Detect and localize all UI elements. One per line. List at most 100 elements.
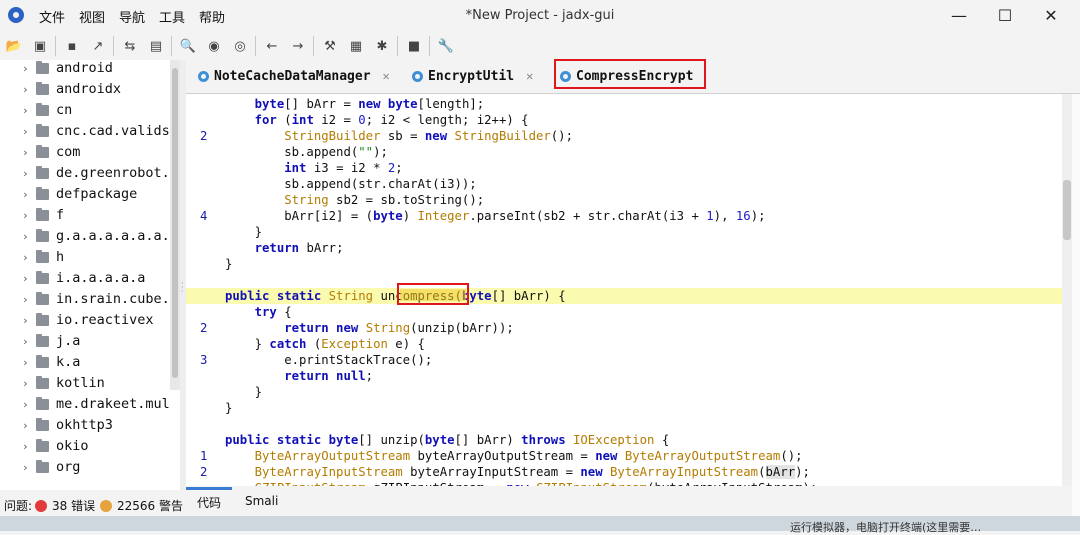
package-folder-icon	[36, 270, 49, 284]
chevron-right-icon[interactable]: ›	[22, 188, 36, 201]
warning-count[interactable]: 22566 警告	[100, 497, 183, 514]
toolbar-separator	[171, 36, 172, 56]
tree-item[interactable]: › okhttp3	[22, 415, 113, 435]
save-icon[interactable]: ▪	[63, 37, 81, 55]
export-icon[interactable]: ↗	[89, 37, 107, 55]
tree-item[interactable]: › me.drakeet.mul	[22, 394, 170, 414]
package-folder-icon	[36, 165, 49, 179]
code-scrollbar[interactable]	[1062, 94, 1072, 486]
package-tree[interactable]: › android › androidx › cn › cnc.cad.valids ›…	[0, 60, 181, 490]
tree-item[interactable]: › g.a.a.a.a.a.a.	[22, 226, 170, 246]
tab-code[interactable]: 代码	[197, 494, 221, 511]
code-line-current: public static String uncompress(byte[] b…	[186, 288, 1062, 304]
code-line: 1 ByteArrayOutputStream byteArrayOutputS…	[200, 449, 803, 463]
package-folder-icon	[36, 123, 49, 137]
tree-item[interactable]: › android	[22, 60, 113, 78]
maximize-button[interactable]: ☐	[982, 4, 1028, 28]
code-line: }	[225, 401, 233, 415]
error-count[interactable]: 38 错误	[35, 497, 95, 514]
code-line: byte[] bArr = new byte[length];	[254, 97, 485, 111]
close-tab-icon[interactable]: ✕	[383, 69, 390, 83]
package-folder-icon	[36, 207, 49, 221]
chevron-right-icon[interactable]: ›	[22, 314, 36, 327]
search-icon[interactable]: 🔍	[179, 37, 197, 55]
tree-item[interactable]: › k.a	[22, 352, 80, 372]
tree-item[interactable]: › defpackage	[22, 184, 137, 204]
decompile-icon[interactable]: ▦	[347, 37, 365, 55]
warning-icon	[100, 499, 112, 512]
tree-item[interactable]: › h	[22, 247, 64, 267]
tree-item[interactable]: › okio	[22, 436, 89, 456]
package-folder-icon	[36, 417, 49, 431]
sync-tree-icon[interactable]: ⇆	[121, 37, 139, 55]
code-scrollbar-thumb[interactable]	[1063, 180, 1071, 240]
log-viewer-icon[interactable]: ■	[405, 37, 423, 55]
chevron-right-icon[interactable]: ›	[22, 461, 36, 474]
debug-bug-icon[interactable]: ✱	[373, 37, 391, 55]
find-class-icon[interactable]: ◉	[205, 37, 223, 55]
tree-item[interactable]: › cnc.cad.valids	[22, 121, 170, 141]
minimize-button[interactable]: —	[936, 4, 982, 28]
chevron-right-icon[interactable]: ›	[22, 167, 36, 180]
deobfuscation-icon[interactable]: ⚒	[321, 37, 339, 55]
chevron-right-icon[interactable]: ›	[22, 440, 36, 453]
active-tab-indicator	[186, 487, 232, 490]
chevron-right-icon[interactable]: ›	[22, 335, 36, 348]
tree-item[interactable]: › f	[22, 205, 64, 225]
toolbar-separator	[313, 36, 314, 56]
package-folder-icon	[36, 102, 49, 116]
package-folder-icon	[36, 144, 49, 158]
chevron-right-icon[interactable]: ›	[22, 377, 36, 390]
chevron-right-icon[interactable]: ›	[22, 209, 36, 222]
tree-item[interactable]: › cn	[22, 100, 72, 120]
chevron-right-icon[interactable]: ›	[22, 230, 36, 243]
tab-encryptutil[interactable]: EncryptUtil ✕	[412, 62, 533, 90]
chevron-right-icon[interactable]: ›	[22, 356, 36, 369]
chevron-right-icon[interactable]: ›	[22, 83, 36, 96]
tree-item[interactable]: › com	[22, 142, 80, 162]
tree-item[interactable]: › org	[22, 457, 80, 477]
tree-item[interactable]: › de.greenrobot.	[22, 163, 170, 183]
preferences-wrench-icon[interactable]: 🔧	[437, 37, 455, 55]
chevron-right-icon[interactable]: ›	[22, 419, 36, 432]
package-folder-icon	[36, 81, 49, 95]
toolbar-separator	[429, 36, 430, 56]
forward-arrow-icon[interactable]: →	[289, 37, 307, 55]
close-tab-icon[interactable]: ✕	[526, 69, 533, 83]
chevron-right-icon[interactable]: ›	[22, 104, 36, 117]
chevron-right-icon[interactable]: ›	[22, 251, 36, 264]
chevron-right-icon[interactable]: ›	[22, 146, 36, 159]
chevron-right-icon[interactable]: ›	[22, 272, 36, 285]
code-editor[interactable]: byte[] bArr = new byte[length]; for (int…	[186, 94, 1062, 486]
chevron-right-icon[interactable]: ›	[22, 398, 36, 411]
code-line: sb.append("");	[225, 145, 388, 159]
flatten-packages-icon[interactable]: ▤	[147, 37, 165, 55]
code-line: }	[225, 225, 263, 239]
tree-item[interactable]: › androidx	[22, 79, 121, 99]
find-usage-icon[interactable]: ◎	[231, 37, 249, 55]
package-folder-icon	[36, 228, 49, 242]
tree-item[interactable]: › j.a	[22, 331, 80, 351]
tree-scrollbar-thumb[interactable]	[172, 68, 178, 378]
tree-item[interactable]: › kotlin	[22, 373, 105, 393]
tree-item[interactable]: › i.a.a.a.a.a	[22, 268, 145, 288]
tree-item[interactable]: › in.srain.cube.	[22, 289, 170, 309]
code-line: return null;	[284, 369, 374, 383]
annotation-highlight-box	[554, 59, 706, 89]
tree-item[interactable]: › io.reactivex	[22, 310, 154, 330]
package-folder-icon	[36, 312, 49, 326]
open-folder-icon[interactable]: 📂	[5, 37, 23, 55]
problems-label: 问题:	[4, 499, 33, 513]
chevron-right-icon[interactable]: ›	[22, 62, 36, 75]
chevron-right-icon[interactable]: ›	[22, 125, 36, 138]
close-window-button[interactable]: ✕	[1028, 4, 1074, 28]
grip-dots-icon: · · ·	[181, 279, 184, 296]
back-arrow-icon[interactable]: ←	[263, 37, 281, 55]
add-files-icon[interactable]: ▣	[31, 37, 49, 55]
toolbar-separator	[255, 36, 256, 56]
chevron-right-icon[interactable]: ›	[22, 293, 36, 306]
tab-notecachedatamanager[interactable]: NoteCacheDataManager ✕	[198, 62, 390, 90]
code-line: return bArr;	[254, 241, 344, 255]
tab-smali[interactable]: Smali	[245, 494, 278, 508]
code-line: try {	[254, 305, 292, 319]
